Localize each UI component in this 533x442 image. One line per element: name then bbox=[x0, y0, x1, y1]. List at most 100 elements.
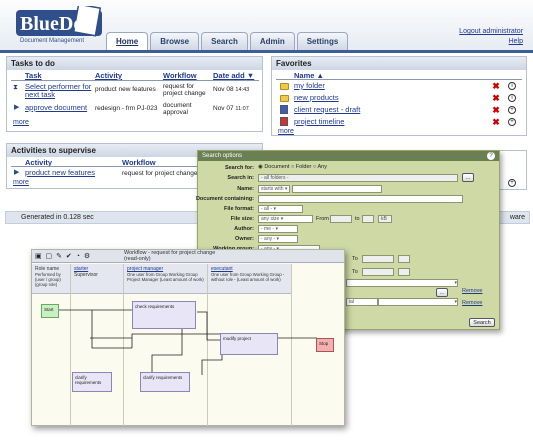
remove-icon[interactable]: ✖ bbox=[492, 118, 500, 127]
file-format-label: File format: bbox=[224, 206, 254, 212]
task-workflow: request for project change bbox=[163, 83, 206, 97]
sort-desc-icon: ▼ bbox=[246, 71, 255, 80]
col-activity[interactable]: Activity bbox=[95, 71, 122, 80]
svg-text:BlueDoc: BlueDoc bbox=[20, 13, 92, 35]
search-button[interactable]: Search bbox=[469, 318, 495, 327]
owner-label: Owner: bbox=[235, 236, 254, 242]
tab-search[interactable]: Search bbox=[201, 32, 248, 50]
pdf-document-icon bbox=[280, 117, 288, 126]
date-to-label-2: To bbox=[352, 269, 358, 275]
footer-fragment: ware bbox=[509, 214, 525, 221]
add-icon[interactable]: + bbox=[508, 118, 516, 126]
help-icon[interactable]: ? bbox=[487, 152, 495, 160]
tab-admin[interactable]: Admin bbox=[249, 32, 295, 50]
workflow-connectors bbox=[57, 309, 317, 375]
owner-select[interactable]: - any - ▾ bbox=[258, 235, 298, 243]
content-input[interactable] bbox=[258, 195, 463, 203]
remove-icon[interactable]: ✖ bbox=[492, 82, 500, 91]
tasks-more-link[interactable]: more bbox=[13, 119, 29, 126]
radio-document[interactable]: ◉ Document bbox=[258, 164, 289, 170]
file-size-select[interactable]: any size ▾ bbox=[258, 215, 313, 223]
remove-link[interactable]: Remove bbox=[462, 288, 482, 294]
col-workflow[interactable]: Workflow bbox=[163, 71, 197, 80]
supervise-workflow: request for project change bbox=[122, 170, 198, 177]
size-from-label: From bbox=[316, 216, 329, 222]
modify-project-node[interactable]: modify project bbox=[220, 333, 278, 355]
attribute-select[interactable]: ▾ bbox=[346, 279, 458, 287]
task-link[interactable]: approve document bbox=[25, 104, 87, 112]
date-to-extra-2[interactable] bbox=[398, 268, 410, 276]
favorite-link[interactable]: project timeline bbox=[294, 118, 344, 126]
attribute-value-input[interactable]: ial bbox=[346, 298, 378, 306]
top-links: Logout administrator Help bbox=[459, 27, 523, 47]
favorites-panel: Favorites Name ▲ my folder ✖ i new produ… bbox=[271, 56, 527, 136]
remove-link[interactable]: Remove bbox=[462, 300, 482, 306]
tab-settings[interactable]: Settings bbox=[296, 32, 349, 50]
name-mode-select[interactable]: starts with ▾ bbox=[258, 185, 290, 193]
check-requirements-node[interactable]: check requirements bbox=[132, 301, 196, 329]
attribute-browse-button[interactable]: ... bbox=[436, 288, 448, 297]
activity-arrow-icon: ▶ bbox=[14, 169, 20, 176]
stop-node[interactable]: Stop bbox=[316, 338, 334, 352]
favorites-more-link[interactable]: more bbox=[278, 128, 294, 135]
author-select[interactable]: - me - ▾ bbox=[258, 225, 298, 233]
clarify-requirements-node-2[interactable]: clarify requirements bbox=[140, 372, 190, 392]
name-label: Name: bbox=[237, 186, 254, 192]
size-from-input[interactable] bbox=[330, 215, 352, 223]
add-icon[interactable]: + bbox=[508, 179, 516, 187]
date-to-extra[interactable] bbox=[398, 255, 410, 263]
size-to-input[interactable] bbox=[362, 215, 374, 223]
search-in-input[interactable]: - all folders - bbox=[258, 174, 458, 182]
remove-icon[interactable]: ✖ bbox=[492, 106, 500, 115]
col-task[interactable]: Task bbox=[25, 71, 42, 80]
task-activity: product new features bbox=[95, 86, 156, 93]
task-date: Nov 08 14:43 bbox=[213, 86, 250, 93]
remove-icon[interactable]: ✖ bbox=[492, 94, 500, 103]
search-for-options: ◉ Document ○ Folder ○ Any bbox=[258, 164, 327, 170]
workflow-window: ▣ ▢ ✎ ✔ ◔ ⚙ Workflow - request for proje… bbox=[31, 249, 345, 426]
start-node[interactable]: Start bbox=[41, 304, 59, 318]
app-header: BlueDoc Document Management Home Browse … bbox=[0, 0, 533, 52]
task-performer-icon: ⧗ bbox=[13, 84, 18, 91]
supervise-more-link[interactable]: more bbox=[13, 179, 29, 186]
attribute-value-select[interactable]: ▾ bbox=[378, 298, 458, 306]
word-document-icon bbox=[280, 105, 288, 114]
favorite-link[interactable]: my folder bbox=[294, 82, 325, 90]
main-tabs: Home Browse Search Admin Settings bbox=[106, 32, 349, 50]
help-link[interactable]: Help bbox=[459, 37, 523, 47]
tab-browse[interactable]: Browse bbox=[150, 32, 200, 50]
favorite-link[interactable]: new products bbox=[294, 94, 339, 102]
tasks-title: Tasks to do bbox=[7, 57, 262, 70]
task-link[interactable]: Select performer for next task bbox=[25, 83, 93, 99]
clarify-requirements-node[interactable]: clarify requirements bbox=[72, 372, 112, 392]
supervise-activity-link[interactable]: product new features bbox=[25, 169, 95, 177]
content-label: Document containing: bbox=[195, 196, 254, 202]
task-arrow-icon: ▶ bbox=[14, 104, 20, 111]
task-activity: redesign - frm PJ-023 bbox=[95, 105, 158, 112]
file-size-label: File size: bbox=[230, 216, 254, 222]
task-date: Nov 07 11:07 bbox=[213, 105, 249, 112]
radio-folder[interactable]: ○ Folder bbox=[291, 164, 311, 170]
size-to-label: to bbox=[355, 216, 360, 222]
date-to-input[interactable] bbox=[362, 255, 394, 263]
add-icon[interactable]: + bbox=[508, 106, 516, 114]
info-icon[interactable]: i bbox=[508, 94, 516, 102]
logout-link[interactable]: Logout administrator bbox=[459, 27, 523, 37]
browse-folder-button[interactable]: ... bbox=[462, 173, 474, 182]
file-format-select[interactable]: - all - ▾ bbox=[258, 205, 303, 213]
radio-any[interactable]: ○ Any bbox=[313, 164, 327, 170]
info-icon[interactable]: i bbox=[508, 82, 516, 90]
search-in-label: Search in: bbox=[227, 175, 254, 181]
generated-text: Generated in 0.128 sec bbox=[21, 214, 94, 221]
col-date-add[interactable]: Date add ▼ bbox=[213, 71, 254, 80]
author-label: Author: bbox=[234, 226, 254, 232]
header-rule bbox=[11, 166, 201, 167]
name-input[interactable] bbox=[292, 185, 382, 193]
date-to-label: To bbox=[352, 256, 358, 262]
favorite-link[interactable]: client request - draft bbox=[294, 106, 360, 114]
search-for-label: Search for: bbox=[224, 165, 254, 171]
tab-home[interactable]: Home bbox=[106, 32, 149, 50]
date-to-input-2[interactable] bbox=[362, 268, 394, 276]
size-unit-select[interactable]: kB bbox=[378, 215, 392, 223]
favorites-title: Favorites bbox=[272, 57, 526, 70]
